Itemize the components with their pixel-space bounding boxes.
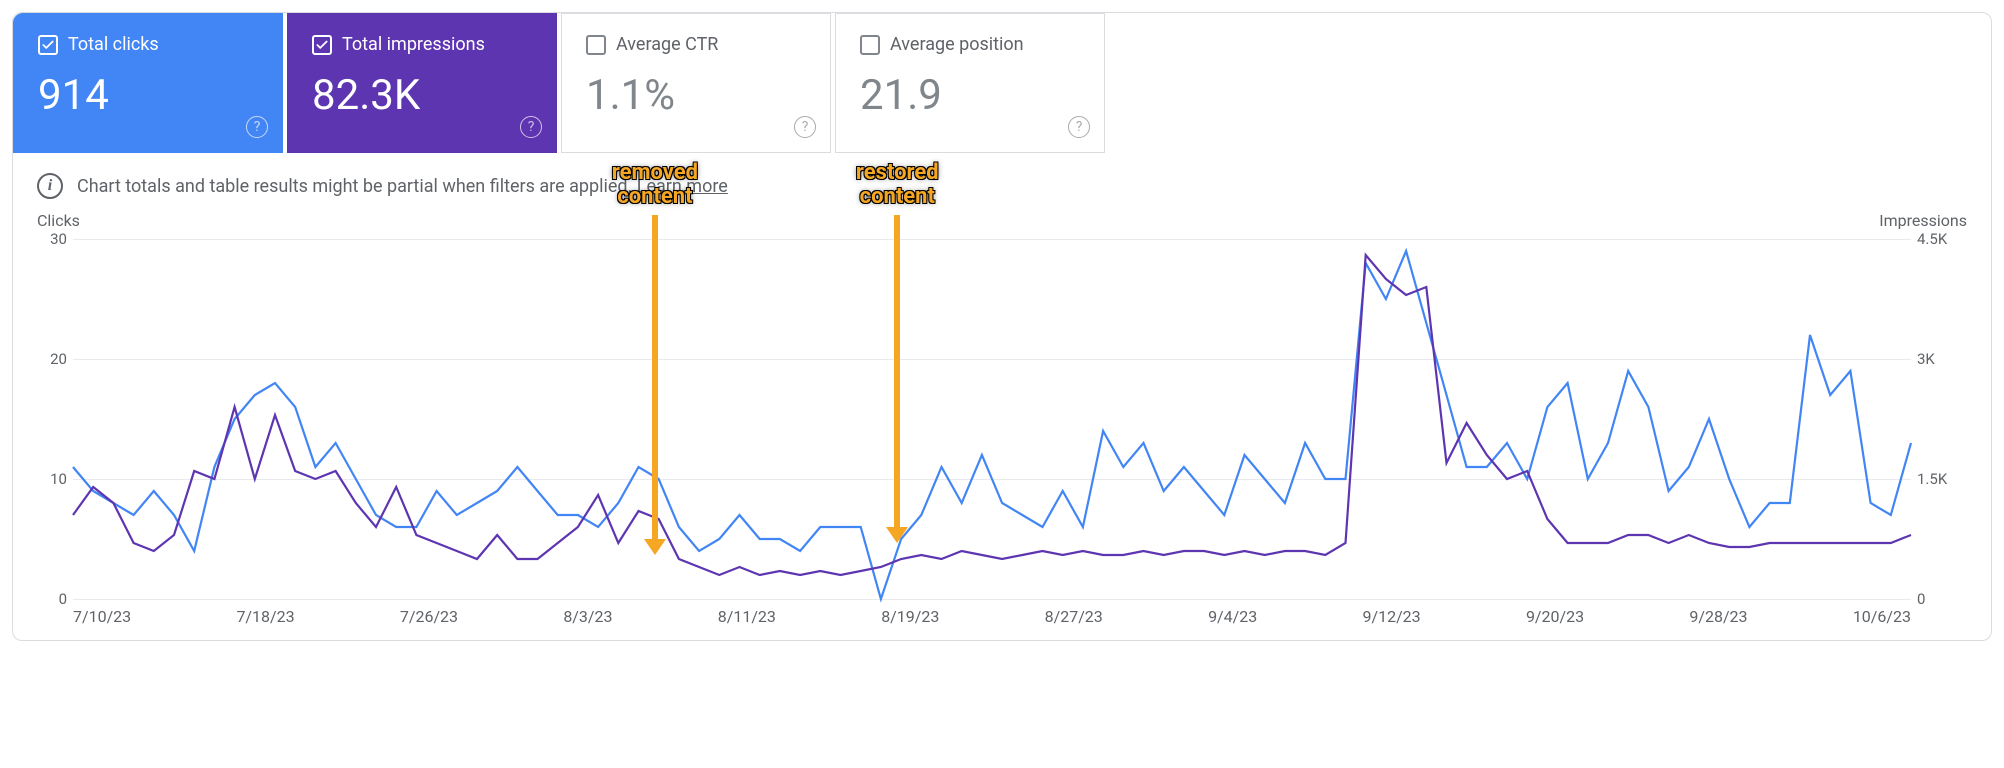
y-tick-right: 4.5K — [1917, 230, 1967, 248]
performance-chart: Clicks Impressions 304.5K203K101.5K00 7/… — [13, 239, 1991, 626]
checkbox-icon — [38, 35, 58, 55]
metric-label: Total impressions — [342, 34, 485, 55]
help-icon[interactable]: ? — [520, 116, 542, 138]
x-tick: 8/27/23 — [1045, 607, 1103, 626]
help-icon[interactable]: ? — [246, 116, 268, 138]
x-tick: 8/19/23 — [881, 607, 939, 626]
x-tick: 9/4/23 — [1208, 607, 1257, 626]
y-tick-left: 30 — [37, 230, 67, 248]
y-tick-right: 0 — [1917, 590, 1967, 608]
impressions-line — [73, 255, 1911, 575]
x-tick: 9/20/23 — [1526, 607, 1584, 626]
y-tick-right: 3K — [1917, 350, 1967, 368]
x-tick: 8/3/23 — [563, 607, 612, 626]
x-tick: 8/11/23 — [718, 607, 776, 626]
metric-value: 21.9 — [860, 71, 1080, 120]
metric-average-position[interactable]: Average position 21.9 ? — [835, 13, 1105, 153]
metric-total-clicks[interactable]: Total clicks 914 ? — [13, 13, 283, 153]
performance-card: Total clicks 914 ? Total impressions 82.… — [12, 12, 1992, 641]
y-tick-left: 0 — [37, 590, 67, 608]
help-icon[interactable]: ? — [794, 116, 816, 138]
info-icon: i — [37, 173, 63, 199]
y-tick-left: 10 — [37, 470, 67, 488]
learn-more-link[interactable]: Learn more — [637, 176, 728, 197]
metric-value: 1.1% — [586, 71, 806, 120]
y-tick-left: 20 — [37, 350, 67, 368]
x-tick: 7/10/23 — [73, 607, 131, 626]
x-tick: 9/28/23 — [1689, 607, 1747, 626]
metric-label: Average CTR — [616, 34, 718, 55]
y-tick-right: 1.5K — [1917, 470, 1967, 488]
x-axis: 7/10/23 7/18/23 7/26/23 8/3/23 8/11/23 8/19/2… — [73, 607, 1911, 626]
checkbox-icon — [860, 35, 880, 55]
metric-average-ctr[interactable]: Average CTR 1.1% ? — [561, 13, 831, 153]
notice-text: Chart totals and table results might be … — [77, 176, 632, 197]
x-tick: 10/6/23 — [1853, 607, 1911, 626]
clicks-line — [73, 251, 1911, 599]
checkbox-icon — [586, 35, 606, 55]
y-axis-right-label: Impressions — [1879, 211, 1967, 230]
metric-label: Average position — [890, 34, 1024, 55]
partial-data-notice: i Chart totals and table results might b… — [13, 153, 1991, 199]
x-tick: 9/12/23 — [1363, 607, 1421, 626]
x-tick: 7/18/23 — [236, 607, 294, 626]
metrics-row: Total clicks 914 ? Total impressions 82.… — [13, 13, 1991, 153]
checkbox-icon — [312, 35, 332, 55]
help-icon[interactable]: ? — [1068, 116, 1090, 138]
metric-value: 82.3K — [312, 71, 532, 120]
metric-total-impressions[interactable]: Total impressions 82.3K ? — [287, 13, 557, 153]
y-axis-left-label: Clicks — [37, 211, 80, 230]
metric-label: Total clicks — [68, 34, 159, 55]
plot-area[interactable]: 304.5K203K101.5K00 — [73, 239, 1911, 599]
x-tick: 7/26/23 — [400, 607, 458, 626]
metric-value: 914 — [38, 71, 258, 120]
